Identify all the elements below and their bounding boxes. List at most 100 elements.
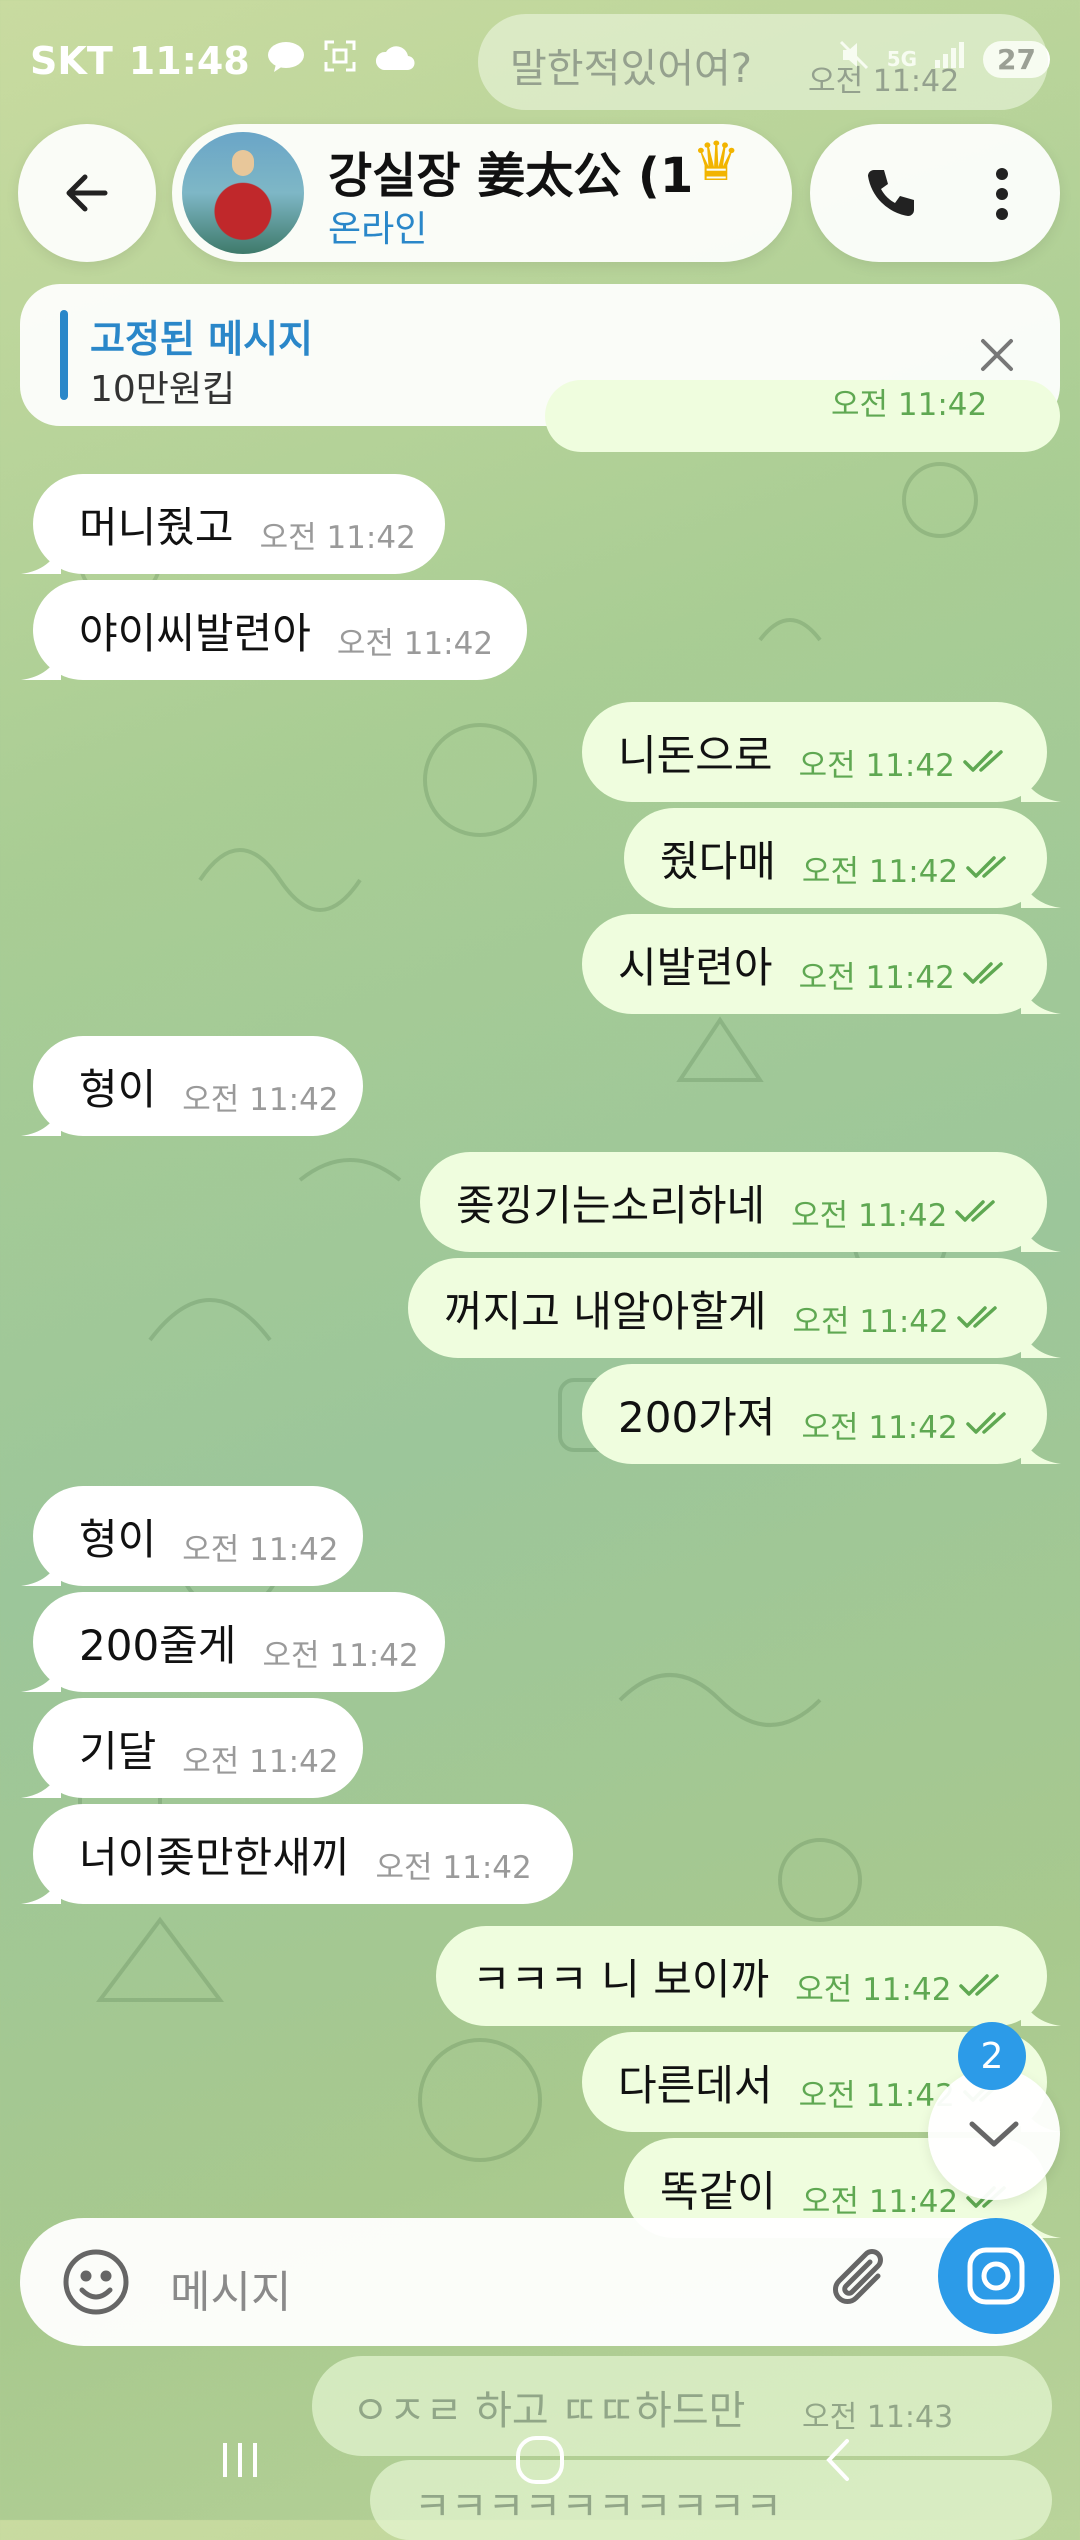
message-text: 시발련아 — [618, 942, 773, 992]
bubble-tail — [1021, 1434, 1061, 1464]
message-time: 오전 11:42 — [801, 2183, 959, 2220]
outgoing-message[interactable]: 꺼지고 내알아할게 오전 11:42 — [408, 1258, 1061, 1358]
talk-notification-icon — [266, 39, 306, 83]
partial-message-bubble: 오전 11:42 — [545, 380, 1060, 452]
camera-button[interactable] — [938, 2218, 1054, 2334]
pinned-title: 고정된 메시지 — [90, 317, 313, 361]
message-time: 오전 11:42 — [182, 1531, 339, 1568]
message-time: 오전 11:42 — [336, 625, 494, 662]
message-input[interactable]: 메시지 — [170, 2256, 291, 2320]
message-text: 기달 — [79, 1726, 157, 1776]
bubble-tail — [1021, 984, 1061, 1014]
paperclip-icon[interactable] — [826, 2246, 898, 2318]
message-text: 200줄게 — [79, 1620, 237, 1670]
double-check-icon — [965, 1410, 1016, 1436]
camera-icon — [967, 2247, 1025, 2305]
double-check-icon — [963, 748, 1013, 774]
double-check-icon — [956, 1304, 1007, 1330]
bubble-tail — [21, 1768, 61, 1798]
message-time: 오전 11:42 — [798, 2077, 955, 2114]
double-check-icon — [963, 960, 1013, 986]
message-time: 오전 11:42 — [182, 1743, 339, 1780]
message-text: 머니줬고 — [79, 502, 234, 552]
message-time: 오전 11:42 — [801, 853, 959, 890]
bubble-tail — [1021, 772, 1061, 802]
status-left: SKT 11:48 — [30, 38, 416, 83]
pinned-text: 10만원킵 — [90, 369, 236, 410]
bubble-tail — [21, 1874, 61, 1904]
message-time: 오전 11:42 — [831, 386, 988, 423]
bubble-tail — [21, 1106, 61, 1136]
incoming-message[interactable]: 기달 오전 11:42 — [21, 1698, 363, 1798]
message-text: 야이씨발련아 — [79, 608, 311, 658]
system-nav-bar — [0, 2400, 1080, 2520]
outgoing-message[interactable]: 좆낑기는소리하네 오전 11:42 — [420, 1152, 1061, 1252]
outgoing-message[interactable]: ㅋㅋㅋ 니 보이까 오전 11:42 — [436, 1926, 1061, 2026]
online-status: 온라인 — [328, 209, 428, 250]
back-nav-icon[interactable] — [800, 2420, 880, 2500]
carrier-label: SKT — [30, 38, 113, 83]
chat-title-area[interactable]: 강실장 姜太公 (1 ♛ 온라인 — [172, 124, 792, 262]
message-input-bar: 메시지 — [20, 2218, 1060, 2346]
message-time: 오전 11:42 — [792, 1303, 949, 1340]
back-button[interactable] — [18, 124, 156, 262]
message-text: 좆낑기는소리하네 — [456, 1180, 766, 1230]
message-time: 오전 11:42 — [798, 747, 955, 784]
incoming-message[interactable]: 형이 오전 11:42 — [21, 1036, 363, 1136]
incoming-message[interactable]: 너이좆만한새끼 오전 11:42 — [21, 1804, 573, 1904]
message-time: 오전 11:42 — [791, 1197, 948, 1234]
message-text: 형이 — [79, 1064, 157, 1114]
message-text: ㅋㅋㅋ 니 보이까 — [472, 1954, 770, 2004]
bubble-tail — [21, 1556, 61, 1586]
ghost-message-time: 오전 11:42 — [808, 64, 960, 99]
message-text: 줬다매 — [660, 836, 776, 886]
message-text: 니돈으로 — [618, 730, 773, 780]
message-text: 200가져 — [618, 1392, 776, 1442]
message-time: 오전 11:42 — [801, 1409, 958, 1446]
bubble-tail — [1021, 1328, 1061, 1358]
chevron-down-icon — [969, 2121, 1019, 2147]
bubble-tail — [21, 1662, 61, 1692]
arrow-left-icon — [66, 174, 108, 212]
recent-apps-icon[interactable] — [200, 2420, 280, 2500]
outgoing-message[interactable]: 200가져 오전 11:42 — [582, 1364, 1061, 1464]
unread-badge: 2 — [958, 2022, 1026, 2090]
avatar[interactable] — [182, 132, 304, 254]
bubble-tail — [1021, 878, 1061, 908]
ghost-message-text: 말한적있어여? — [510, 46, 753, 92]
message-time: 오전 11:42 — [798, 959, 955, 996]
incoming-message[interactable]: 200줄게 오전 11:42 — [21, 1592, 445, 1692]
ghost-message-top: 말한적있어여? 오전 11:42 — [478, 14, 1048, 110]
home-icon[interactable] — [500, 2420, 580, 2500]
incoming-message[interactable]: 형이 오전 11:42 — [21, 1486, 363, 1586]
message-time: 오전 11:42 — [182, 1081, 339, 1118]
phone-icon[interactable] — [850, 154, 930, 234]
incoming-message[interactable]: 머니줬고 오전 11:42 — [21, 474, 445, 574]
message-time: 오전 11:42 — [795, 1971, 952, 2008]
double-check-icon — [955, 1198, 1005, 1224]
more-vertical-icon[interactable] — [972, 154, 1032, 234]
bubble-tail — [1021, 1222, 1061, 1252]
incoming-message[interactable]: 야이씨발련아 오전 11:42 — [21, 580, 527, 680]
crown-icon: ♛ — [692, 130, 741, 193]
pinned-indicator — [60, 310, 68, 400]
header-actions — [810, 124, 1060, 262]
outgoing-message[interactable]: 시발련아 오전 11:42 — [582, 914, 1061, 1014]
outgoing-message[interactable]: 니돈으로 오전 11:42 — [582, 702, 1061, 802]
emoji-icon[interactable] — [60, 2246, 132, 2318]
clock: 11:48 — [128, 38, 250, 83]
message-time: 오전 11:42 — [375, 1849, 532, 1886]
message-text: 너이좆만한새끼 — [79, 1832, 350, 1882]
cloud-icon — [374, 39, 416, 83]
message-time: 오전 11:42 — [259, 519, 416, 556]
bubble-tail — [1021, 1996, 1061, 2026]
outgoing-message[interactable]: 줬다매 오전 11:42 — [624, 808, 1061, 908]
message-time: 오전 11:42 — [262, 1637, 419, 1674]
chat-header: 강실장 姜太公 (1 ♛ 온라인 — [0, 124, 1080, 264]
screenshot-icon — [322, 38, 358, 83]
double-check-icon — [966, 854, 1016, 880]
message-text: 똑같이 — [660, 2166, 776, 2216]
bubble-tail — [21, 544, 61, 574]
message-text: 형이 — [79, 1514, 157, 1564]
message-text: 꺼지고 내알아할게 — [444, 1286, 767, 1336]
